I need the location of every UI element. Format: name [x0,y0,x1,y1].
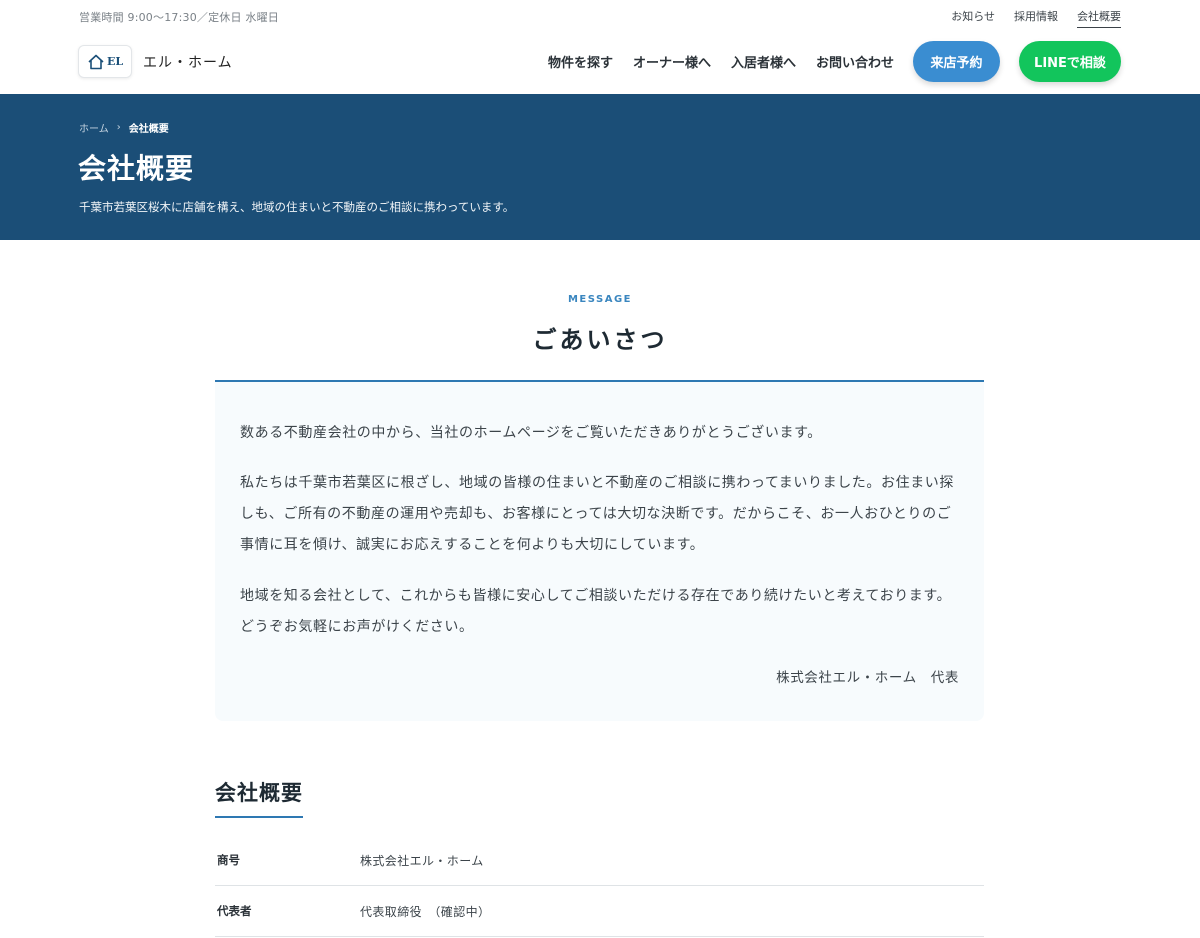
message-eyebrow: MESSAGE [567,294,632,305]
logo-name: エル・ホーム [143,54,233,71]
house-icon [88,54,104,69]
util-link-recruit[interactable]: 採用情報 [1014,8,1058,28]
main-nav: 物件を探す オーナー様へ 入居者様へ お問い合わせ 来店予約 LINEで相談 [548,41,1121,82]
site-header: EL エル・ホーム 物件を探す オーナー様へ 入居者様へ お問い合わせ 来店予約… [0,32,1200,94]
row-value: 代表取締役 （確認中） [360,904,491,919]
logo-mark: EL [78,45,132,78]
breadcrumb-home[interactable]: ホーム [79,120,109,135]
row-label: 代表者 [217,904,252,918]
breadcrumb-current: 会社概要 [128,124,169,135]
line-consult-button[interactable]: LINEで相談 [1019,41,1121,82]
nav-residents[interactable]: 入居者様へ [731,52,796,71]
overview-title: 会社概要 [215,777,303,818]
site-logo[interactable]: EL エル・ホーム [78,45,233,78]
util-link-company[interactable]: 会社概要 [1077,8,1121,28]
message-box: 数ある不動産会社の中から、当社のホームページをご覧いただきありがとうございます。… [215,380,984,721]
message-title: ごあいさつ [532,325,668,354]
message-paragraph: 地域を知る会社として、これからも皆様に安心してご相談いただける存在であり続けたい… [240,588,952,635]
util-link-news[interactable]: お知らせ [951,8,995,28]
message-paragraph: 数ある不動産会社の中から、当社のホームページをご覧いただきありがとうございます。 [240,425,822,441]
business-hours: 営業時間 9:00〜17:30／定休日 水曜日 [79,11,279,24]
nav-search-properties[interactable]: 物件を探す [548,52,613,71]
page-subtitle: 千葉市若葉区桜木に店舗を構え、地域の住まいと不動産のご相談に携わっています。 [79,200,515,214]
row-value: 株式会社エル・ホーム [360,853,484,868]
breadcrumb-separator: › [116,122,121,133]
message-signature: 株式会社エル・ホーム 代表 [776,670,959,686]
breadcrumb: ホーム › 会社概要 [79,120,169,135]
page-title: 会社概要 [78,152,195,185]
utility-bar: 営業時間 9:00〜17:30／定休日 水曜日 お知らせ 採用情報 会社概要 [0,0,1200,32]
message-paragraph: 私たちは千葉市若葉区に根ざし、地域の皆様の住まいと不動産のご相談に携わってまいり… [240,475,954,553]
visit-reservation-button[interactable]: 来店予約 [913,41,1000,82]
logo-mark-text: EL [106,55,124,68]
page-hero: ホーム › 会社概要 会社概要 千葉市若葉区桜木に店舗を構え、地域の住まいと不動… [0,94,1200,240]
nav-owners[interactable]: オーナー様へ [633,52,711,71]
table-row: 代表者 代表取締役 （確認中） [215,886,984,937]
table-row: 商号 株式会社エル・ホーム [215,835,984,886]
nav-contact[interactable]: お問い合わせ [816,52,894,71]
company-info-table: 商号 株式会社エル・ホーム 代表者 代表取締役 （確認中） [215,835,984,937]
row-label: 商号 [217,853,240,867]
utility-links: お知らせ 採用情報 会社概要 [951,8,1121,28]
